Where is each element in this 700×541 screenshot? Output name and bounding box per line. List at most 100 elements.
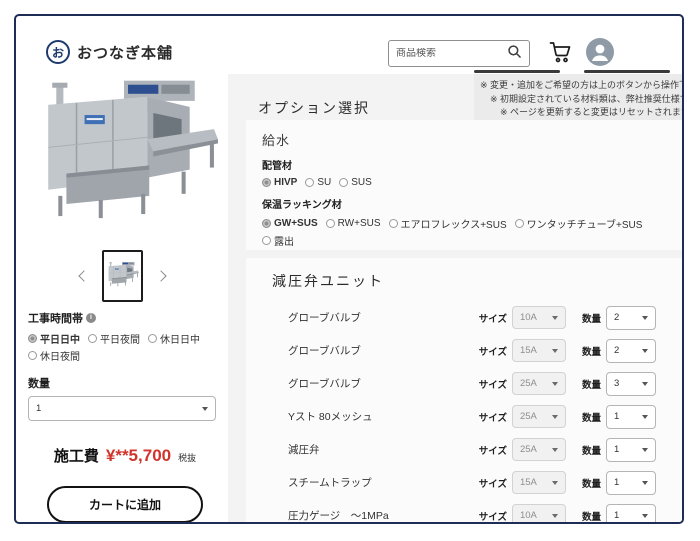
- item-name: グローブバルブ: [288, 378, 361, 390]
- size-select: 15A: [511, 471, 566, 494]
- radio-holiday-night[interactable]: 休日夜間: [28, 348, 80, 363]
- tax-note: 税抜: [178, 453, 197, 463]
- button-top-edge: [474, 70, 560, 73]
- radio-sus[interactable]: SUS: [339, 177, 372, 188]
- chevron-down-icon: [642, 315, 648, 320]
- chevron-down-icon: [642, 447, 648, 452]
- table-row: スチームトラップ サイズ 15A 数量 1: [246, 466, 682, 499]
- brand-logo[interactable]: お おつなぎ本舗: [46, 40, 173, 64]
- qty-select[interactable]: 1: [606, 470, 656, 495]
- chevron-down-icon: [551, 348, 558, 353]
- options-panel: ※ 変更・追加をご希望の方は上のボタンから操作下さい ※ 初期設定されている材料…: [228, 74, 682, 522]
- radio-weekday-day[interactable]: 平日日中: [28, 331, 80, 346]
- brand-logo-icon: お: [46, 40, 70, 64]
- valve-unit-title: 減圧弁ユニット: [272, 273, 384, 289]
- chevron-down-icon: [642, 480, 648, 485]
- chevron-down-icon: [551, 447, 558, 452]
- chevron-down-icon: [202, 406, 208, 411]
- qty-label: 数量: [581, 445, 601, 457]
- qty-select[interactable]: 3: [606, 371, 656, 396]
- price-row: 施工費 ¥**5,700 税抜: [28, 445, 222, 466]
- radio-icon: [388, 219, 398, 228]
- search-input[interactable]: [396, 48, 507, 59]
- qty-label: 数量: [581, 412, 601, 424]
- radio-gw-sus[interactable]: GW+SUS: [262, 218, 318, 229]
- water-title: 給水: [262, 133, 291, 148]
- radio-icon: [262, 178, 271, 187]
- radio-aeroflex-sus[interactable]: エアロフレックス+SUS: [388, 216, 507, 231]
- quantity-label: 数量: [28, 378, 50, 390]
- valve-unit-rows: グローブバルブ サイズ 10A 数量 2 グローブバルブ サイズ 15A 数量 …: [246, 301, 682, 523]
- chevron-down-icon: [551, 315, 558, 320]
- radio-icon: [325, 219, 335, 228]
- search-box[interactable]: [388, 40, 530, 67]
- quantity-select[interactable]: 1: [28, 396, 216, 421]
- table-row: 減圧弁 サイズ 25A 数量 1: [246, 433, 682, 466]
- radio-hivp[interactable]: HIVP: [262, 177, 297, 188]
- radio-icon: [28, 334, 37, 343]
- info-icon[interactable]: [86, 313, 96, 323]
- user-icon: [586, 38, 614, 69]
- size-select: 25A: [511, 438, 566, 461]
- qty-select[interactable]: 1: [606, 503, 656, 522]
- qty-label: 数量: [581, 346, 601, 358]
- table-row: Yスト 80メッシュ サイズ 25A 数量 1: [246, 400, 682, 433]
- radio-rw-sus[interactable]: RW+SUS: [325, 218, 381, 229]
- piping-options: HIVP SU SUS: [262, 177, 666, 188]
- notice-line: ※ 変更・追加をご希望の方は上のボタンから操作下さい: [480, 80, 682, 90]
- cart-button[interactable]: [548, 40, 572, 67]
- price-label: 施工費: [53, 448, 99, 465]
- valve-unit-card: 減圧弁ユニット グローブバルブ サイズ 10A 数量 2 グローブバルブ サイズ…: [246, 258, 682, 522]
- qty-select[interactable]: 1: [606, 437, 656, 462]
- size-label: サイズ: [478, 478, 507, 490]
- chevron-down-icon: [551, 480, 558, 485]
- chevron-down-icon: [642, 381, 648, 386]
- chevron-down-icon: [642, 513, 648, 518]
- page: お おつなぎ本舗 商品検索 工事時間帯 i 平日日中 平日夜間 休日日中 休日夜…: [0, 0, 700, 541]
- account-button[interactable]: [586, 38, 614, 66]
- carousel-next-icon[interactable]: [154, 270, 167, 282]
- options-title: オプション選択: [258, 100, 370, 116]
- chevron-down-icon: [551, 513, 558, 518]
- size-label: サイズ: [478, 379, 507, 391]
- radio-weekday-night[interactable]: 平日夜間: [88, 331, 140, 346]
- item-name: 減圧弁: [288, 444, 320, 456]
- product-image: [28, 76, 220, 244]
- qty-label: 数量: [581, 511, 601, 523]
- page-frame: お おつなぎ本舗 商品検索 工事時間帯 i 平日日中 平日夜間 休日日中 休日夜…: [14, 14, 684, 524]
- cart-icon: [548, 42, 572, 67]
- purchase-panel: 工事時間帯 平日日中 平日夜間 休日日中 休日夜間: [28, 310, 222, 522]
- size-label: サイズ: [478, 445, 507, 457]
- price-value: ¥**5,700: [105, 446, 172, 465]
- qty-select[interactable]: 1: [606, 404, 656, 429]
- qty-select[interactable]: 2: [606, 338, 656, 363]
- notice-line: ※ 初期設定されている材料類は、弊社推奨仕様です: [490, 93, 682, 104]
- radio-icon: [305, 178, 315, 187]
- radio-onetouch-sus[interactable]: ワンタッチチューブ+SUS: [514, 216, 642, 231]
- size-select: 15A: [511, 339, 566, 362]
- size-label: サイズ: [478, 511, 507, 523]
- search-icon[interactable]: [507, 44, 522, 64]
- chevron-down-icon: [551, 381, 558, 386]
- carousel-prev-icon[interactable]: [77, 270, 90, 282]
- size-label: サイズ: [478, 313, 507, 325]
- radio-exposed[interactable]: 露出: [262, 233, 294, 248]
- qty-label: 数量: [581, 313, 601, 325]
- notice-line: ※ ページを更新すると変更はリセットされます: [500, 107, 682, 117]
- radio-su[interactable]: SU: [305, 177, 331, 188]
- table-row: グローブバルブ サイズ 25A 数量 3: [246, 367, 682, 400]
- size-select: 10A: [511, 504, 566, 522]
- add-to-cart-button[interactable]: カートに追加: [47, 486, 203, 522]
- button-top-edge: [584, 70, 670, 73]
- item-name: グローブバルブ: [288, 345, 361, 357]
- radio-holiday-day[interactable]: 休日日中: [148, 331, 200, 346]
- product-thumbnail[interactable]: [101, 250, 143, 302]
- size-select: 10A: [511, 306, 566, 329]
- item-name: スチームトラップ: [288, 477, 372, 489]
- work-time-label: 工事時間帯: [28, 313, 83, 325]
- item-name: グローブバルブ: [288, 312, 361, 324]
- size-label: サイズ: [478, 412, 507, 424]
- table-row: グローブバルブ サイズ 10A 数量 2: [246, 301, 682, 334]
- radio-icon: [262, 236, 271, 245]
- qty-select[interactable]: 2: [606, 305, 656, 330]
